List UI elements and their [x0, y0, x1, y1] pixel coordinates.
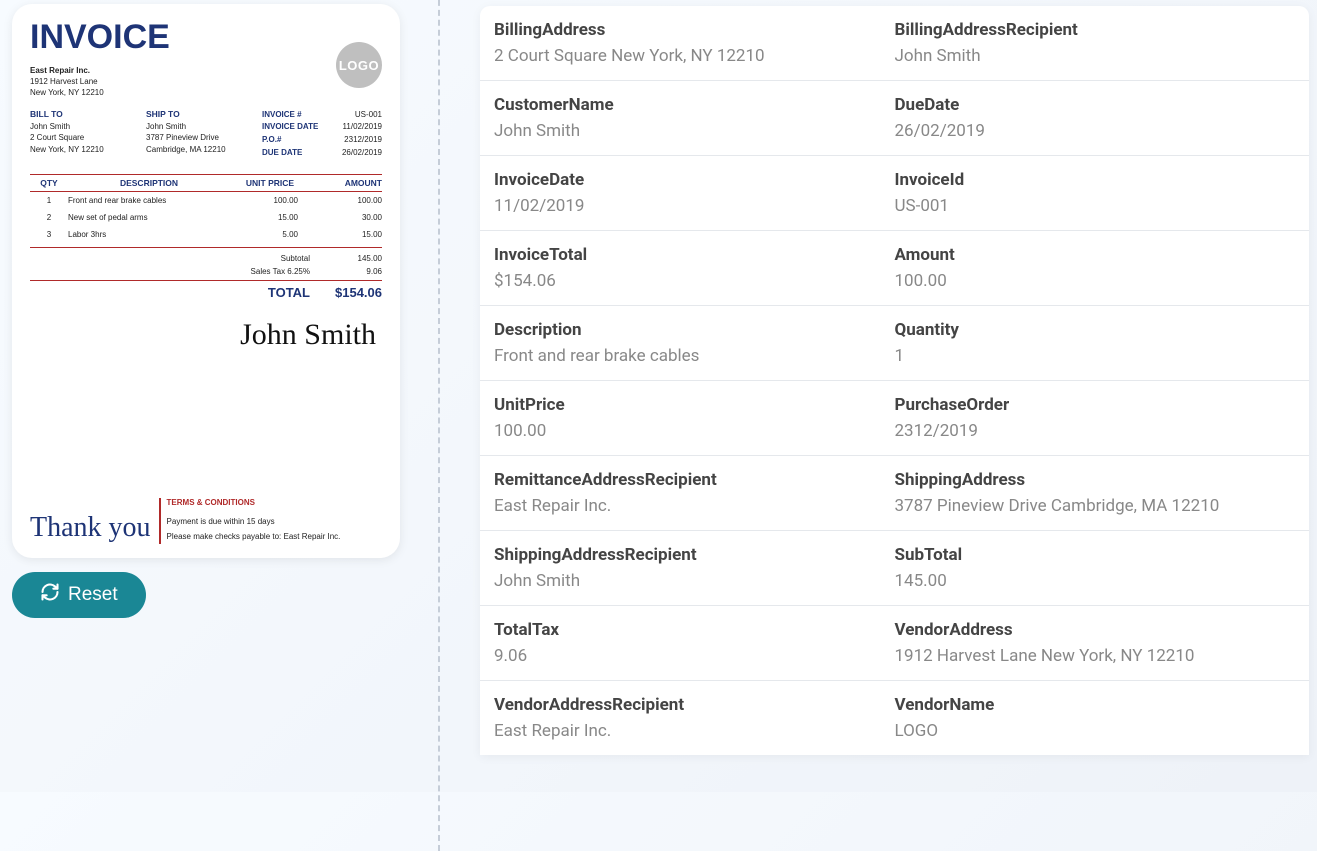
field-label: VendorAddressRecipient: [494, 695, 895, 715]
field-row: InvoiceDate 11/02/2019InvoiceId US-001: [480, 156, 1309, 231]
logo-placeholder: LOGO: [336, 42, 382, 88]
field-remittanceaddressrecipient: RemittanceAddressRecipient East Repair In…: [494, 470, 895, 516]
field-value: US-001: [895, 196, 1296, 216]
field-vendoraddressrecipient: VendorAddressRecipient East Repair Inc.: [494, 695, 895, 741]
invoice-preview-card: INVOICE LOGO East Repair Inc. 1912 Harve…: [12, 4, 400, 558]
field-value: $154.06: [494, 271, 895, 291]
reset-button[interactable]: Reset: [12, 572, 146, 618]
field-value: LOGO: [895, 721, 1296, 741]
invoice-summary: Subtotal145.00 Sales Tax 6.25%9.06 TOTAL…: [30, 247, 382, 300]
field-value: 1: [895, 346, 1296, 366]
field-unitprice: UnitPrice 100.00: [494, 395, 895, 441]
field-billingaddressrecipient: BillingAddressRecipient John Smith: [895, 20, 1296, 66]
field-value: Front and rear brake cables: [494, 346, 895, 366]
field-label: PurchaseOrder: [895, 395, 1296, 415]
field-quantity: Quantity 1: [895, 320, 1296, 366]
field-value: 26/02/2019: [895, 121, 1296, 141]
field-value: John Smith: [494, 571, 895, 591]
field-invoiceid: InvoiceId US-001: [895, 170, 1296, 216]
field-row: RemittanceAddressRecipient East Repair In…: [480, 456, 1309, 531]
field-label: VendorAddress: [895, 620, 1296, 640]
field-label: TotalTax: [494, 620, 895, 640]
field-value: John Smith: [895, 46, 1296, 66]
field-label: RemittanceAddressRecipient: [494, 470, 895, 490]
field-value: John Smith: [494, 121, 895, 141]
field-label: DueDate: [895, 95, 1296, 115]
field-label: SubTotal: [895, 545, 1296, 565]
field-row: InvoiceTotal $154.06Amount 100.00: [480, 231, 1309, 306]
thank-you-text: Thank you: [30, 512, 159, 544]
field-amount: Amount 100.00: [895, 245, 1296, 291]
item-row: 1Front and rear brake cables100.00100.00: [30, 192, 382, 209]
item-row: 3Labor 3hrs5.0015.00: [30, 226, 382, 243]
field-value: 9.06: [494, 646, 895, 666]
field-value: 2 Court Square New York, NY 12210: [494, 46, 895, 66]
field-row: Description Front and rear brake cablesQu…: [480, 306, 1309, 381]
refresh-icon: [40, 582, 60, 608]
invoice-meta: INVOICE #US-001 INVOICE DATE11/02/2019 P…: [262, 109, 382, 160]
field-purchaseorder: PurchaseOrder 2312/2019: [895, 395, 1296, 441]
field-label: UnitPrice: [494, 395, 895, 415]
field-invoicedate: InvoiceDate 11/02/2019: [494, 170, 895, 216]
field-totaltax: TotalTax 9.06: [494, 620, 895, 666]
field-duedate: DueDate 26/02/2019: [895, 95, 1296, 141]
items-body: 1Front and rear brake cables100.00100.00…: [30, 192, 382, 243]
field-description: Description Front and rear brake cables: [494, 320, 895, 366]
ship-to-block: SHIP TO John Smith 3787 Pineview Drive C…: [146, 109, 262, 160]
bill-to-block: BILL TO John Smith 2 Court Square New Yo…: [30, 109, 146, 160]
reset-label: Reset: [68, 584, 118, 606]
extracted-fields-panel: BillingAddress 2 Court Square New York, N…: [480, 6, 1309, 755]
signature: John Smith: [30, 318, 382, 352]
field-shippingaddressrecipient: ShippingAddressRecipient John Smith: [494, 545, 895, 591]
field-value: East Repair Inc.: [494, 496, 895, 516]
field-label: CustomerName: [494, 95, 895, 115]
field-value: 100.00: [494, 421, 895, 441]
field-customername: CustomerName John Smith: [494, 95, 895, 141]
field-row: VendorAddressRecipient East Repair Inc.Ve…: [480, 681, 1309, 755]
field-vendorname: VendorName LOGO: [895, 695, 1296, 741]
field-value: 145.00: [895, 571, 1296, 591]
item-row: 2New set of pedal arms15.0030.00: [30, 209, 382, 226]
field-label: InvoiceId: [895, 170, 1296, 190]
field-row: CustomerName John SmithDueDate 26/02/2019: [480, 81, 1309, 156]
field-value: 1912 Harvest Lane New York, NY 12210: [895, 646, 1296, 666]
field-row: ShippingAddressRecipient John SmithSubTot…: [480, 531, 1309, 606]
company-address: East Repair Inc. 1912 Harvest Lane New Y…: [30, 65, 382, 99]
field-label: InvoiceTotal: [494, 245, 895, 265]
field-value: 100.00: [895, 271, 1296, 291]
vertical-divider: [438, 0, 440, 851]
terms-block: TERMS & CONDITIONS Payment is due within…: [159, 498, 341, 544]
field-label: BillingAddress: [494, 20, 895, 40]
field-label: Amount: [895, 245, 1296, 265]
field-label: BillingAddressRecipient: [895, 20, 1296, 40]
field-row: BillingAddress 2 Court Square New York, N…: [480, 6, 1309, 81]
field-value: 3787 Pineview Drive Cambridge, MA 12210: [895, 496, 1296, 516]
field-label: ShippingAddressRecipient: [494, 545, 895, 565]
field-label: Quantity: [895, 320, 1296, 340]
field-billingaddress: BillingAddress 2 Court Square New York, N…: [494, 20, 895, 66]
invoice-title: INVOICE: [30, 18, 382, 57]
field-value: East Repair Inc.: [494, 721, 895, 741]
field-value: 11/02/2019: [494, 196, 895, 216]
field-invoicetotal: InvoiceTotal $154.06: [494, 245, 895, 291]
items-header: QTY DESCRIPTION UNIT PRICE AMOUNT: [30, 174, 382, 192]
field-label: VendorName: [895, 695, 1296, 715]
field-label: Description: [494, 320, 895, 340]
field-value: 2312/2019: [895, 421, 1296, 441]
field-shippingaddress: ShippingAddress 3787 Pineview Drive Cambr…: [895, 470, 1296, 516]
field-row: TotalTax 9.06VendorAddress 1912 Harvest La…: [480, 606, 1309, 681]
field-label: InvoiceDate: [494, 170, 895, 190]
field-label: ShippingAddress: [895, 470, 1296, 490]
field-vendoraddress: VendorAddress 1912 Harvest Lane New York,…: [895, 620, 1296, 666]
field-row: UnitPrice 100.00PurchaseOrder 2312/2019: [480, 381, 1309, 456]
field-subtotal: SubTotal 145.00: [895, 545, 1296, 591]
